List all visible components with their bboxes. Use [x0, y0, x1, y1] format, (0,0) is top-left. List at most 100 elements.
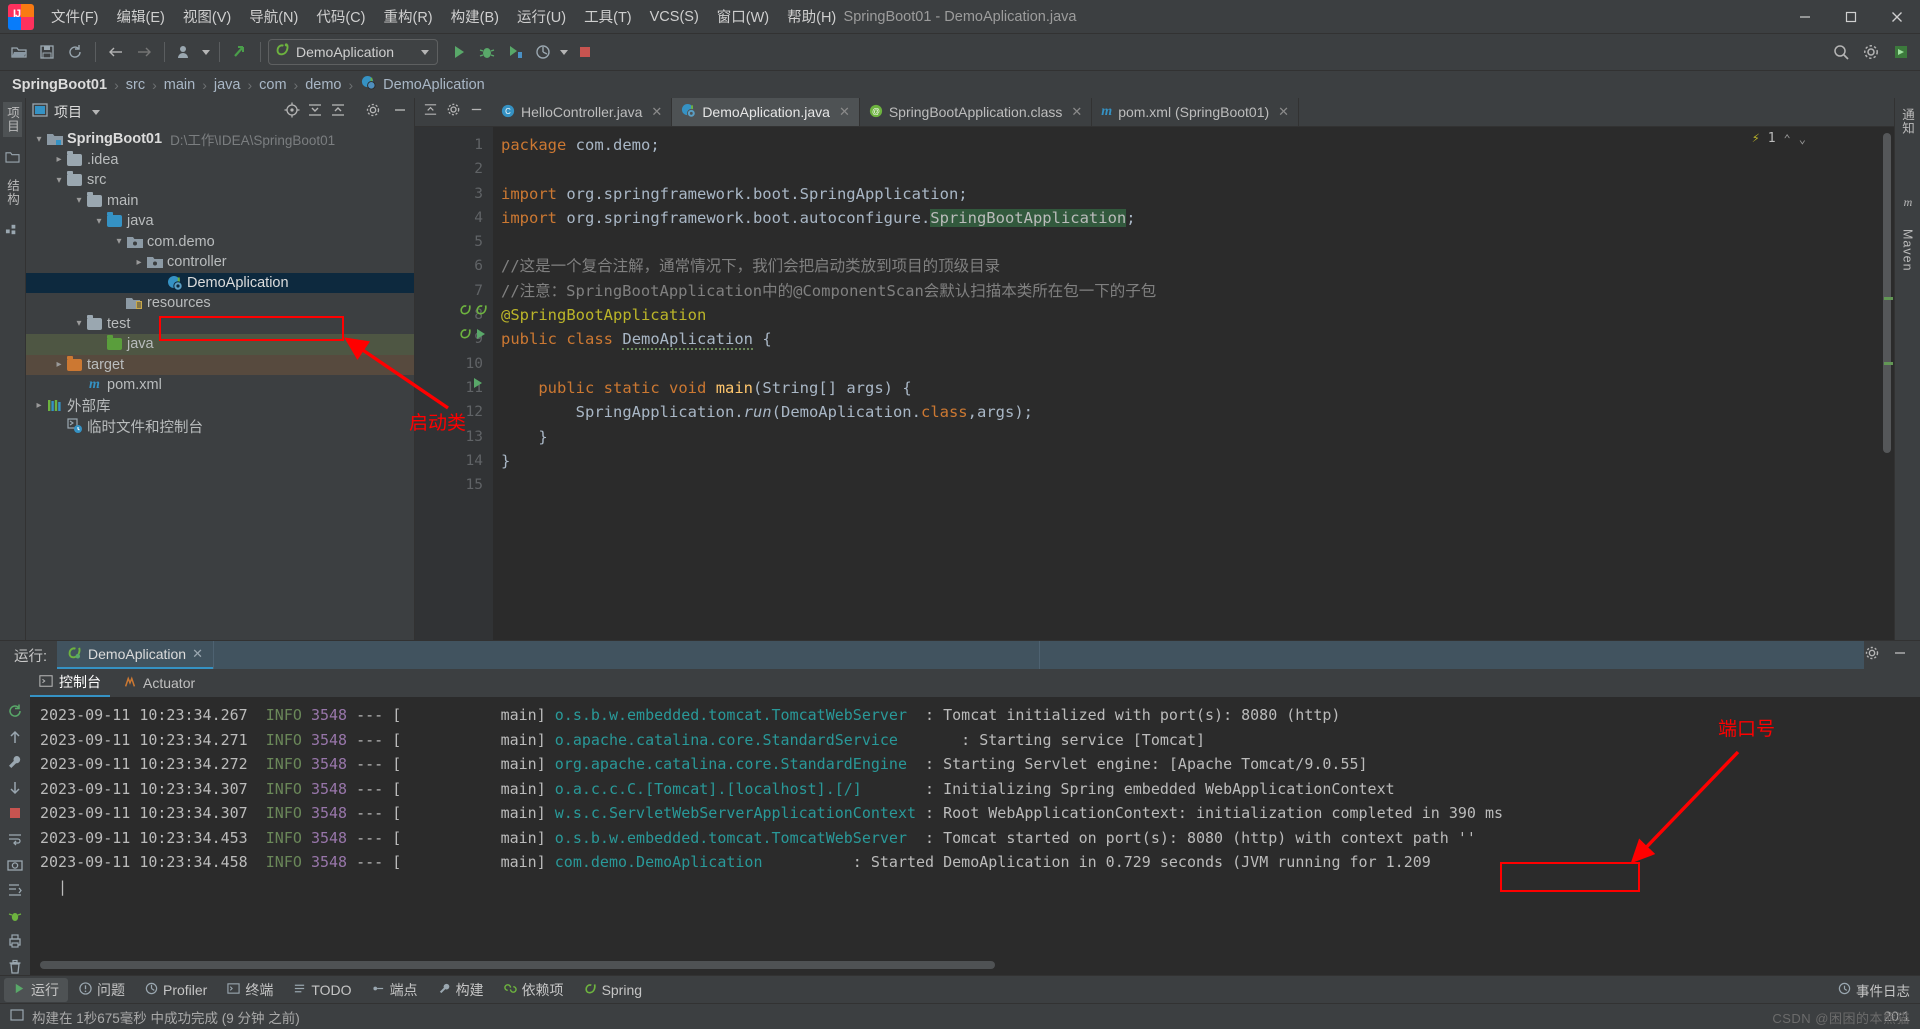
tree-node-demoaplication[interactable]: DemoAplication	[26, 272, 414, 293]
editor-tab-pom-xml[interactable]: m pom.xml (SpringBoot01) ✕	[1092, 98, 1300, 126]
tree-node-java-main[interactable]: ▾ java	[26, 211, 414, 232]
editor-scrollbar[interactable]	[1880, 127, 1894, 640]
close-icon[interactable]: ✕	[651, 104, 662, 120]
tree-node-src[interactable]: ▾ src	[26, 170, 414, 191]
chevron-down-icon[interactable]: ▾	[72, 318, 86, 329]
chevron-down-icon[interactable]	[200, 39, 212, 65]
thread-dump-icon[interactable]	[6, 907, 24, 924]
tree-node-com-demo[interactable]: ▾ com.demo	[26, 232, 414, 253]
run-subtab-console[interactable]: 控制台	[30, 669, 110, 697]
hide-panel-icon[interactable]	[1892, 645, 1908, 666]
tree-node-target[interactable]: ▸ target	[26, 354, 414, 375]
stop-icon[interactable]	[6, 805, 24, 822]
bottom-tab-spring[interactable]: Spring	[575, 980, 651, 1000]
update-project-icon[interactable]	[227, 39, 253, 65]
tree-node-test[interactable]: ▾ test	[26, 314, 414, 335]
project-tree[interactable]: ▾ SpringBoot01 D:\工作\IDEA\SpringBoot01 ▸…	[26, 126, 414, 640]
chevron-up-icon[interactable]: ⌃	[1784, 132, 1791, 146]
gutter-run-marker[interactable]	[459, 327, 487, 340]
locate-file-icon[interactable]	[284, 102, 300, 123]
bottom-tab-build[interactable]: 构建	[429, 978, 493, 1002]
scroll-to-end-icon[interactable]	[6, 882, 24, 899]
menu-code[interactable]: 代码(C)	[307, 1, 374, 32]
close-icon[interactable]: ✕	[1071, 104, 1082, 120]
breadcrumb-item-class[interactable]: DemoAplication	[381, 77, 487, 93]
settings-gear-icon[interactable]	[365, 102, 381, 123]
bottom-tab-terminal[interactable]: 终端	[218, 978, 282, 1002]
gutter-spring-bean-marker[interactable]	[459, 303, 488, 316]
scroll-down-icon[interactable]	[6, 780, 24, 797]
hide-panel-icon[interactable]	[469, 102, 484, 122]
tree-node-resources[interactable]: resources	[26, 293, 414, 314]
tool-window-project[interactable]: 项目	[3, 102, 22, 137]
editor-gutter[interactable]: 1 2 3 4 5 6 7 8 9 10 11 12 13 14 15	[415, 127, 493, 640]
save-icon[interactable]	[34, 39, 60, 65]
chevron-down-icon[interactable]	[421, 49, 429, 55]
close-icon[interactable]: ✕	[192, 646, 203, 662]
back-arrow-icon[interactable]	[103, 39, 129, 65]
collapse-all-icon[interactable]	[423, 102, 438, 122]
console-output[interactable]: 2023-09-11 10:23:34.267 INFO 3548 --- [ …	[30, 697, 1920, 975]
maven-tool-icon[interactable]: m	[1899, 193, 1917, 211]
breadcrumb-item-project[interactable]: SpringBoot01	[10, 77, 109, 93]
expand-all-icon[interactable]	[307, 102, 323, 123]
chevron-right-icon[interactable]: ▸	[132, 257, 146, 268]
breadcrumb-item-demo[interactable]: demo	[303, 77, 343, 93]
menu-file[interactable]: 文件(F)	[42, 1, 108, 32]
run-icon[interactable]	[446, 39, 472, 65]
trash-icon[interactable]	[6, 958, 24, 975]
chevron-down-icon[interactable]	[558, 39, 570, 65]
stop-icon[interactable]	[572, 39, 598, 65]
menu-tools[interactable]: 工具(T)	[575, 1, 641, 32]
chevron-right-icon[interactable]: ▸	[32, 400, 46, 411]
menu-view[interactable]: 视图(V)	[174, 1, 240, 32]
ide-badge-icon[interactable]	[1888, 39, 1914, 65]
chevron-down-icon[interactable]: ▾	[32, 134, 46, 145]
hide-panel-icon[interactable]	[392, 102, 408, 123]
wrench-icon[interactable]	[6, 754, 24, 771]
status-message[interactable]: 构建在 1秒675毫秒 中成功完成 (9 分钟 之前)	[32, 1007, 300, 1027]
close-button[interactable]	[1874, 0, 1920, 33]
tool-window-structure[interactable]: 结构	[3, 175, 22, 210]
rerun-icon[interactable]	[6, 703, 24, 720]
chevron-down-icon[interactable]: ▾	[112, 236, 126, 247]
breadcrumb-item-com[interactable]: com	[257, 77, 288, 93]
bottom-tab-dependencies[interactable]: 依赖项	[495, 978, 573, 1002]
editor-tab-demoaplication[interactable]: DemoAplication.java ✕	[672, 98, 860, 126]
settings-gear-icon[interactable]	[1864, 645, 1880, 666]
chevron-right-icon[interactable]: ▸	[52, 154, 66, 165]
code-content[interactable]: package com.demo; import org.springframe…	[493, 127, 1880, 640]
tree-node-java-test[interactable]: java	[26, 334, 414, 355]
event-log-button[interactable]: 事件日志	[1838, 980, 1910, 1000]
chevron-down-icon[interactable]: ⌄	[1799, 132, 1806, 146]
soft-wrap-icon[interactable]	[6, 831, 24, 848]
camera-icon[interactable]	[6, 856, 24, 873]
minimize-button[interactable]	[1782, 0, 1828, 33]
run-configuration-selector[interactable]: DemoAplication	[268, 39, 438, 65]
maximize-button[interactable]	[1828, 0, 1874, 33]
collapse-all-icon[interactable]	[330, 102, 346, 123]
breadcrumb-item-src[interactable]: src	[124, 77, 147, 93]
run-subtab-actuator[interactable]: Actuator	[114, 669, 204, 697]
tree-node-external-libraries[interactable]: ▸ 外部库	[26, 396, 414, 417]
menu-navigate[interactable]: 导航(N)	[240, 1, 307, 32]
tool-window-notifications[interactable]: 通知	[1898, 104, 1917, 139]
menu-window[interactable]: 窗口(W)	[708, 1, 778, 32]
run-with-coverage-icon[interactable]	[502, 39, 528, 65]
chevron-down-icon[interactable]	[92, 109, 100, 115]
print-icon[interactable]	[6, 933, 24, 950]
tree-node-controller[interactable]: ▸ controller	[26, 252, 414, 273]
bottom-tab-run[interactable]: 运行	[4, 977, 68, 1002]
tree-node-scratches-and-consoles[interactable]: 临时文件和控制台	[26, 416, 414, 437]
inspection-widget[interactable]: ⚡ 1 ⌃ ⌄	[1752, 131, 1806, 146]
scrollbar-thumb[interactable]	[1883, 133, 1891, 453]
bottom-tab-problems[interactable]: 问题	[70, 978, 134, 1002]
tree-node-idea[interactable]: ▸ .idea	[26, 150, 414, 171]
menu-vcs[interactable]: VCS(S)	[641, 4, 708, 30]
commit-tool-icon[interactable]	[4, 147, 22, 165]
close-icon[interactable]: ✕	[839, 104, 850, 120]
search-icon[interactable]	[1828, 39, 1854, 65]
breadcrumb-item-java[interactable]: java	[212, 77, 243, 93]
chevron-down-icon[interactable]: ▾	[72, 195, 86, 206]
debug-icon[interactable]	[474, 39, 500, 65]
